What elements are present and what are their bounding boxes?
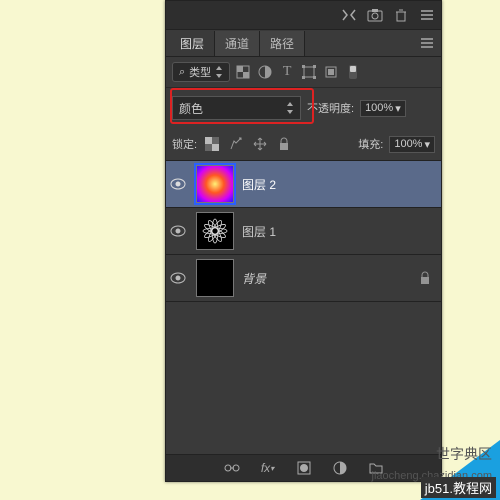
visibility-toggle[interactable] <box>170 272 188 284</box>
collapse-icon[interactable] <box>341 7 357 23</box>
layer-thumbnail[interactable] <box>196 259 234 297</box>
visibility-toggle[interactable] <box>170 225 188 237</box>
opacity-value: 100% <box>365 102 393 114</box>
lock-transparency-icon[interactable] <box>203 135 221 153</box>
layer-name[interactable]: 图层 1 <box>242 223 276 240</box>
camera-icon[interactable] <box>367 7 383 23</box>
tab-channels[interactable]: 通道 <box>215 31 260 56</box>
filter-kind-label: 类型 <box>189 64 211 80</box>
trash-icon[interactable] <box>393 7 409 23</box>
filter-smart-icon[interactable] <box>322 63 340 81</box>
opacity-input[interactable]: 100% ▾ <box>360 100 406 117</box>
filter-toggle-switch[interactable] <box>344 63 362 81</box>
filter-pixel-icon[interactable] <box>234 63 252 81</box>
lock-row: 锁定: 填充: 100% ▾ <box>166 128 441 161</box>
blend-mode-value: 颜色 <box>179 100 203 117</box>
layer-name[interactable]: 图层 2 <box>242 176 276 193</box>
filter-row: ⌕ 类型 T <box>166 57 441 88</box>
opacity-label: 不透明度: <box>307 100 354 116</box>
chevron-down-icon: ▾ <box>395 102 401 115</box>
layer-item[interactable]: 背景 <box>166 255 441 302</box>
adjustment-layer-icon[interactable] <box>331 459 349 477</box>
panel-header <box>166 1 441 30</box>
watermark: 世字典区 jiaocheng.chazidian.com jb51.教程网 <box>360 440 500 500</box>
tab-menu-icon[interactable] <box>421 38 441 48</box>
fx-icon[interactable]: fx▾ <box>259 459 277 477</box>
lock-position-icon[interactable] <box>251 135 269 153</box>
link-layers-icon[interactable] <box>223 459 241 477</box>
blend-row: 颜色 不透明度: 100% ▾ <box>166 88 441 128</box>
spinner-icon <box>286 102 294 114</box>
spinner-icon <box>215 66 223 78</box>
layer-list: 图层 2 图层 1 <box>166 161 441 302</box>
fill-label: 填充: <box>358 136 383 152</box>
layer-name[interactable]: 背景 <box>242 270 266 287</box>
watermark-text: 世字典区 <box>436 444 492 464</box>
tab-layers[interactable]: 图层 <box>170 31 215 56</box>
fill-value: 100% <box>394 138 422 150</box>
layer-thumbnail[interactable] <box>196 165 234 203</box>
layer-thumbnail[interactable] <box>196 212 234 250</box>
blend-mode-dropdown[interactable]: 颜色 <box>172 96 301 120</box>
lock-all-icon[interactable] <box>275 135 293 153</box>
filter-adjustment-icon[interactable] <box>256 63 274 81</box>
panel-menu-icon[interactable] <box>419 7 435 23</box>
lock-label: 锁定: <box>172 136 197 152</box>
watermark-brand: jb51.教程网 <box>421 477 496 498</box>
filter-type-icon[interactable]: T <box>278 63 296 81</box>
layers-panel: 图层 通道 路径 ⌕ 类型 T <box>165 0 442 482</box>
layer-item[interactable]: 图层 1 <box>166 208 441 255</box>
tab-paths[interactable]: 路径 <box>260 31 305 56</box>
visibility-toggle[interactable] <box>170 178 188 190</box>
panel-tabs: 图层 通道 路径 <box>166 30 441 57</box>
mask-icon[interactable] <box>295 459 313 477</box>
search-icon: ⌕ <box>179 66 185 79</box>
layer-item[interactable]: 图层 2 <box>166 161 441 208</box>
fill-input[interactable]: 100% ▾ <box>389 136 435 153</box>
filter-shape-icon[interactable] <box>300 63 318 81</box>
lock-pixels-icon[interactable] <box>227 135 245 153</box>
filter-kind-dropdown[interactable]: ⌕ 类型 <box>172 62 230 82</box>
empty-area <box>166 302 441 462</box>
chevron-down-icon: ▾ <box>424 138 430 151</box>
lock-icon <box>419 271 431 285</box>
